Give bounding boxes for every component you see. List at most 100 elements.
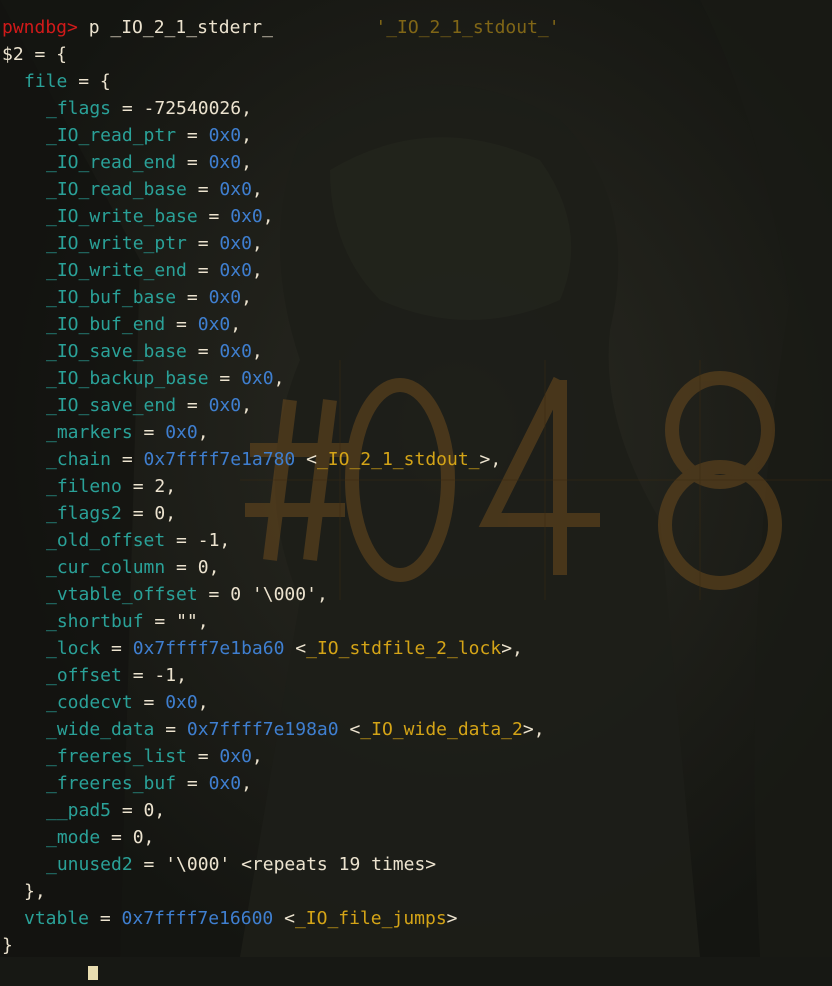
- field-name: _offset: [46, 665, 122, 686]
- struct-field-line: _freeres_list = 0x0,: [46, 746, 263, 767]
- terminal-output[interactable]: '_IO_2_1_stdout_' pwndbg> p _IO_2_1_stde…: [2, 0, 830, 986]
- struct-field-line: _old_offset = -1,: [46, 530, 231, 551]
- struct-field-line: _IO_buf_base = 0x0,: [46, 287, 252, 308]
- field-name: _wide_data: [46, 719, 155, 740]
- hex-value: 0x0: [165, 422, 198, 443]
- struct-field-line: _IO_read_ptr = 0x0,: [46, 125, 252, 146]
- symbol-name: _IO_stdfile_2_lock: [306, 638, 502, 659]
- struct-field-line: _IO_save_base = 0x0,: [46, 341, 263, 362]
- result-header: $2 = {: [2, 44, 68, 65]
- field-name: _IO_read_base: [46, 179, 187, 200]
- struct-field-line: _IO_save_end = 0x0,: [46, 395, 252, 416]
- struct-field-line: _offset = -1,: [46, 665, 187, 686]
- hex-value: 0x0: [208, 773, 242, 794]
- struct-field-line: _IO_write_base = 0x0,: [46, 206, 274, 227]
- field-name: _mode: [46, 827, 101, 848]
- hex-value: 0x0: [197, 314, 231, 335]
- field-value: "": [176, 611, 198, 632]
- field-value: 0 '\000': [230, 584, 317, 605]
- hex-value: 0x0: [208, 287, 242, 308]
- symbol-name: _IO_2_1_stdout_: [316, 449, 480, 470]
- field-name: _fileno: [46, 476, 122, 497]
- field-name: __pad5: [46, 800, 112, 821]
- field-value: -1: [154, 665, 177, 686]
- struct-field-line: __pad5 = 0,: [46, 800, 166, 821]
- field-name: _IO_write_ptr: [46, 233, 187, 254]
- file-label: file: [24, 71, 68, 92]
- terminal-cursor: [88, 966, 98, 980]
- struct-field-line: _IO_buf_end = 0x0,: [46, 314, 242, 335]
- field-name: _codecvt: [46, 692, 133, 713]
- field-value: 0: [197, 557, 209, 578]
- field-name: _unused2: [46, 854, 133, 875]
- struct-field-line: _markers = 0x0,: [46, 422, 209, 443]
- struct-field-line: _freeres_buf = 0x0,: [46, 773, 252, 794]
- field-name: _IO_save_base: [46, 341, 187, 362]
- field-name: _markers: [46, 422, 133, 443]
- prompt-line[interactable]: [2, 959, 830, 986]
- struct-field-line: _IO_read_base = 0x0,: [46, 179, 263, 200]
- field-name: _freeres_list: [46, 746, 187, 767]
- hex-value: 0x0: [219, 179, 252, 200]
- field-name: _flags2: [46, 503, 122, 524]
- file-struct-close: },: [24, 881, 46, 902]
- field-name: _IO_read_end: [46, 152, 177, 173]
- hex-value: 0x0: [241, 368, 274, 389]
- struct-field-line: _IO_write_end = 0x0,: [46, 260, 263, 281]
- field-name: _lock: [46, 638, 101, 659]
- hex-value: 0x7ffff7e1a780: [143, 449, 296, 470]
- hex-value: 0x0: [219, 746, 252, 767]
- field-name: _IO_save_end: [46, 395, 177, 416]
- struct-field-line: _lock = 0x7ffff7e1ba60 <_IO_stdfile_2_lo…: [46, 638, 523, 659]
- hex-value: 0x0: [230, 206, 263, 227]
- scrolled-partial-line: '_IO_2_1_stdout_': [375, 17, 560, 38]
- struct-field-line: _shortbuf = "",: [46, 611, 209, 632]
- field-name: _IO_write_end: [46, 260, 187, 281]
- field-value: 2: [154, 476, 166, 497]
- field-name: _IO_buf_base: [46, 287, 177, 308]
- struct-field-line: _cur_column = 0,: [46, 557, 220, 578]
- struct-field-line: _flags = -72540026,: [46, 98, 252, 119]
- field-name: _vtable_offset: [46, 584, 198, 605]
- symbol-name: _IO_file_jumps: [294, 908, 447, 929]
- hex-value: 0x7ffff7e1ba60: [132, 638, 285, 659]
- struct-field-line: _mode = 0,: [46, 827, 155, 848]
- struct-field-line: _chain = 0x7ffff7e1a780 <_IO_2_1_stdout_…: [46, 449, 502, 470]
- struct-field-line: _IO_read_end = 0x0,: [46, 152, 252, 173]
- hex-value: 0x0: [219, 260, 252, 281]
- field-value: '\000' <repeats 19 times>: [165, 854, 437, 875]
- hex-value: 0x7ffff7e198a0: [186, 719, 339, 740]
- field-name: _IO_read_ptr: [46, 125, 177, 146]
- field-name: _chain: [46, 449, 112, 470]
- struct-field-line: _IO_write_ptr = 0x0,: [46, 233, 263, 254]
- struct-field-line: _unused2 = '\000' <repeats 19 times>: [46, 854, 437, 875]
- hex-value: 0x0: [219, 233, 252, 254]
- vtable-line: vtable = 0x7ffff7e16600 <_IO_file_jumps>: [24, 908, 458, 929]
- hex-value: 0x7ffff7e16600: [121, 908, 274, 929]
- field-value: 0: [143, 800, 155, 821]
- field-name: _freeres_buf: [46, 773, 177, 794]
- struct-field-line: _fileno = 2,: [46, 476, 177, 497]
- file-struct-open: file = {: [24, 71, 111, 92]
- field-value: 0: [132, 827, 144, 848]
- field-name: _old_offset: [46, 530, 166, 551]
- field-name: vtable: [24, 908, 90, 929]
- field-name: _flags: [46, 98, 112, 119]
- field-name: _shortbuf: [46, 611, 144, 632]
- struct-field-line: _codecvt = 0x0,: [46, 692, 209, 713]
- result-footer: }: [2, 935, 13, 956]
- hex-value: 0x0: [208, 395, 242, 416]
- hex-value: 0x0: [208, 125, 242, 146]
- struct-field-line: _vtable_offset = 0 '\000',: [46, 584, 328, 605]
- field-value: -1: [197, 530, 220, 551]
- field-name: _IO_buf_end: [46, 314, 166, 335]
- field-name: _IO_write_base: [46, 206, 198, 227]
- hex-value: 0x0: [219, 341, 252, 362]
- hex-value: 0x0: [165, 692, 198, 713]
- struct-field-line: _IO_backup_base = 0x0,: [46, 368, 285, 389]
- struct-field-line: _flags2 = 0,: [46, 503, 177, 524]
- field-value: 0: [154, 503, 166, 524]
- symbol-name: _IO_wide_data_2: [360, 719, 523, 740]
- struct-fields: _flags = -72540026, _IO_read_ptr = 0x0, _I…: [2, 95, 830, 878]
- field-value: -72540026: [143, 98, 242, 119]
